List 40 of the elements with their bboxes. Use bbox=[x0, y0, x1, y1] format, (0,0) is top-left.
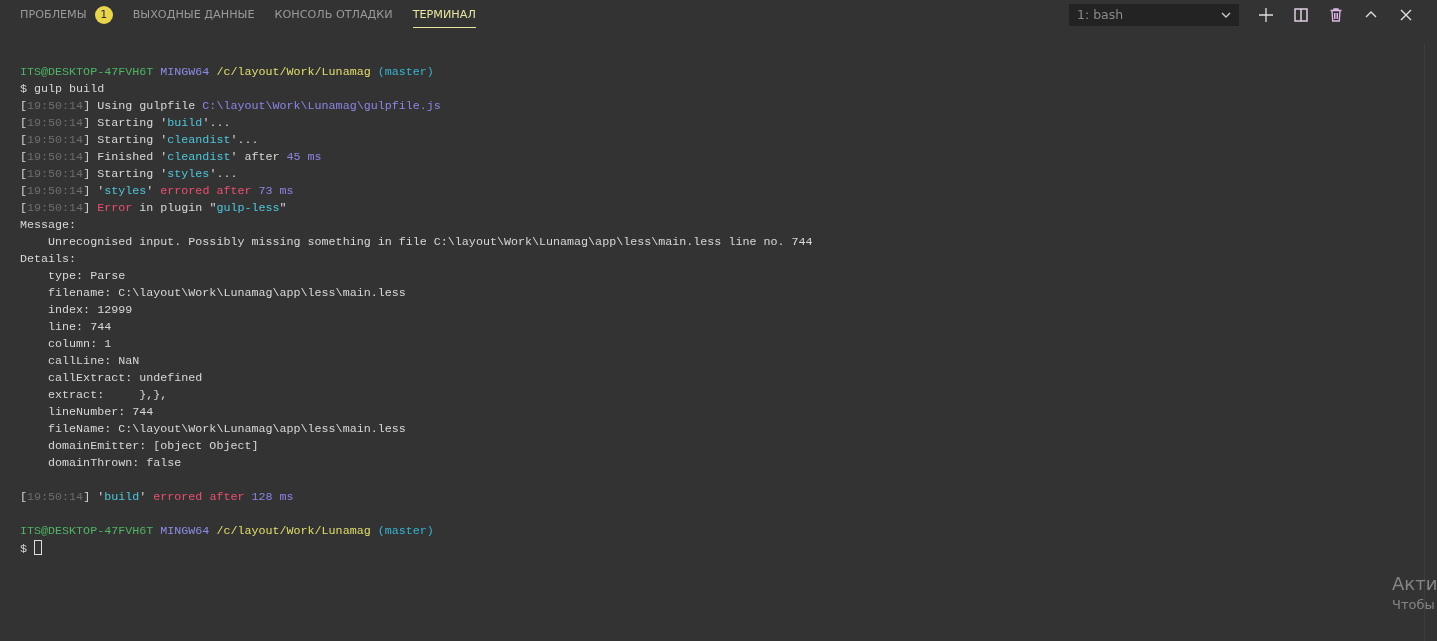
terminal-line: [19:50:14] Finished 'cleandist' after 45 ms bbox=[20, 150, 322, 164]
terminal-line: [19:50:14] Error in plugin "gulp-less" bbox=[20, 201, 287, 215]
terminal-line: filename: C:\layout\Work\Lunamag\app\less\main.less bbox=[47, 286, 406, 300]
terminal-line: type: Parse bbox=[47, 269, 126, 283]
activation-notice: Чтобы bbox=[1392, 596, 1436, 614]
panel-tab[interactable]: КОНСОЛЬ ОТЛАДКИ bbox=[274, 0, 393, 30]
terminal-line: fileName: C:\layout\Work\Lunamag\app\less\main.less bbox=[47, 422, 406, 436]
terminal-line: [19:50:14] Starting 'build'... bbox=[20, 116, 231, 130]
panel-tab[interactable]: ТЕРМИНАЛ bbox=[412, 0, 476, 30]
terminal-line: [19:50:14] 'styles' errored after 73 ms bbox=[20, 184, 294, 198]
count-badge: 1 bbox=[94, 6, 113, 24]
terminal-line: lineNumber: 744 bbox=[47, 405, 154, 419]
terminal-line: [19:50:14] Starting 'styles'... bbox=[20, 167, 238, 181]
terminal-line: [19:50:14] Using gulpfile C:\layout\Work\Lunamag\gulpfile.js bbox=[20, 99, 441, 113]
panel-tab[interactable]: ВЫХОДНЫЕ ДАННЫЕ bbox=[132, 0, 255, 30]
trash-icon bbox=[1329, 8, 1343, 22]
activation-notice: Акти bbox=[1392, 572, 1437, 596]
split-icon bbox=[1294, 8, 1308, 22]
terminal-line: [19:50:14] Starting 'cleandist'... bbox=[20, 133, 259, 147]
close-icon bbox=[1399, 8, 1413, 22]
terminal-line: Unrecognised input. Possibly missing something in file C:\layout\Work\Lunamag\app\less\main.less line no. 744 bbox=[47, 235, 813, 249]
command-prompt: $ bbox=[20, 542, 28, 556]
terminal-line: callLine: NaN bbox=[47, 354, 140, 368]
panel-tab[interactable]: ПРОБЛЕМЫ bbox=[20, 0, 87, 30]
terminal-line: column: 1 bbox=[47, 337, 112, 351]
chevron-down-icon bbox=[1221, 12, 1231, 18]
terminal-line: line: 744 bbox=[47, 320, 112, 334]
terminal-line: ITS@DESKTOP-47FVH6T MINGW64 /c/layout/Work/Lunamag (master) bbox=[20, 524, 434, 538]
terminal-line: index: 12999 bbox=[47, 303, 133, 317]
terminal-line: domainThrown: false bbox=[47, 456, 182, 470]
terminal-line: [19:50:14] 'build' errored after 128 ms bbox=[20, 490, 294, 504]
terminal-line: Message: bbox=[20, 218, 77, 232]
terminal-line: extract: },}, bbox=[47, 388, 168, 402]
terminal-line: domainEmitter: [object Object] bbox=[47, 439, 259, 453]
terminal-line: $ gulp build bbox=[20, 82, 105, 96]
terminal-line: callExtract: undefined bbox=[47, 371, 203, 385]
plus-icon bbox=[1259, 8, 1273, 22]
terminal-line: Details: bbox=[20, 252, 77, 266]
terminal-line: ITS@DESKTOP-47FVH6T MINGW64 /c/layout/Work/Lunamag (master) bbox=[20, 65, 434, 79]
terminal-select[interactable]: 1: bash bbox=[1069, 4, 1239, 26]
